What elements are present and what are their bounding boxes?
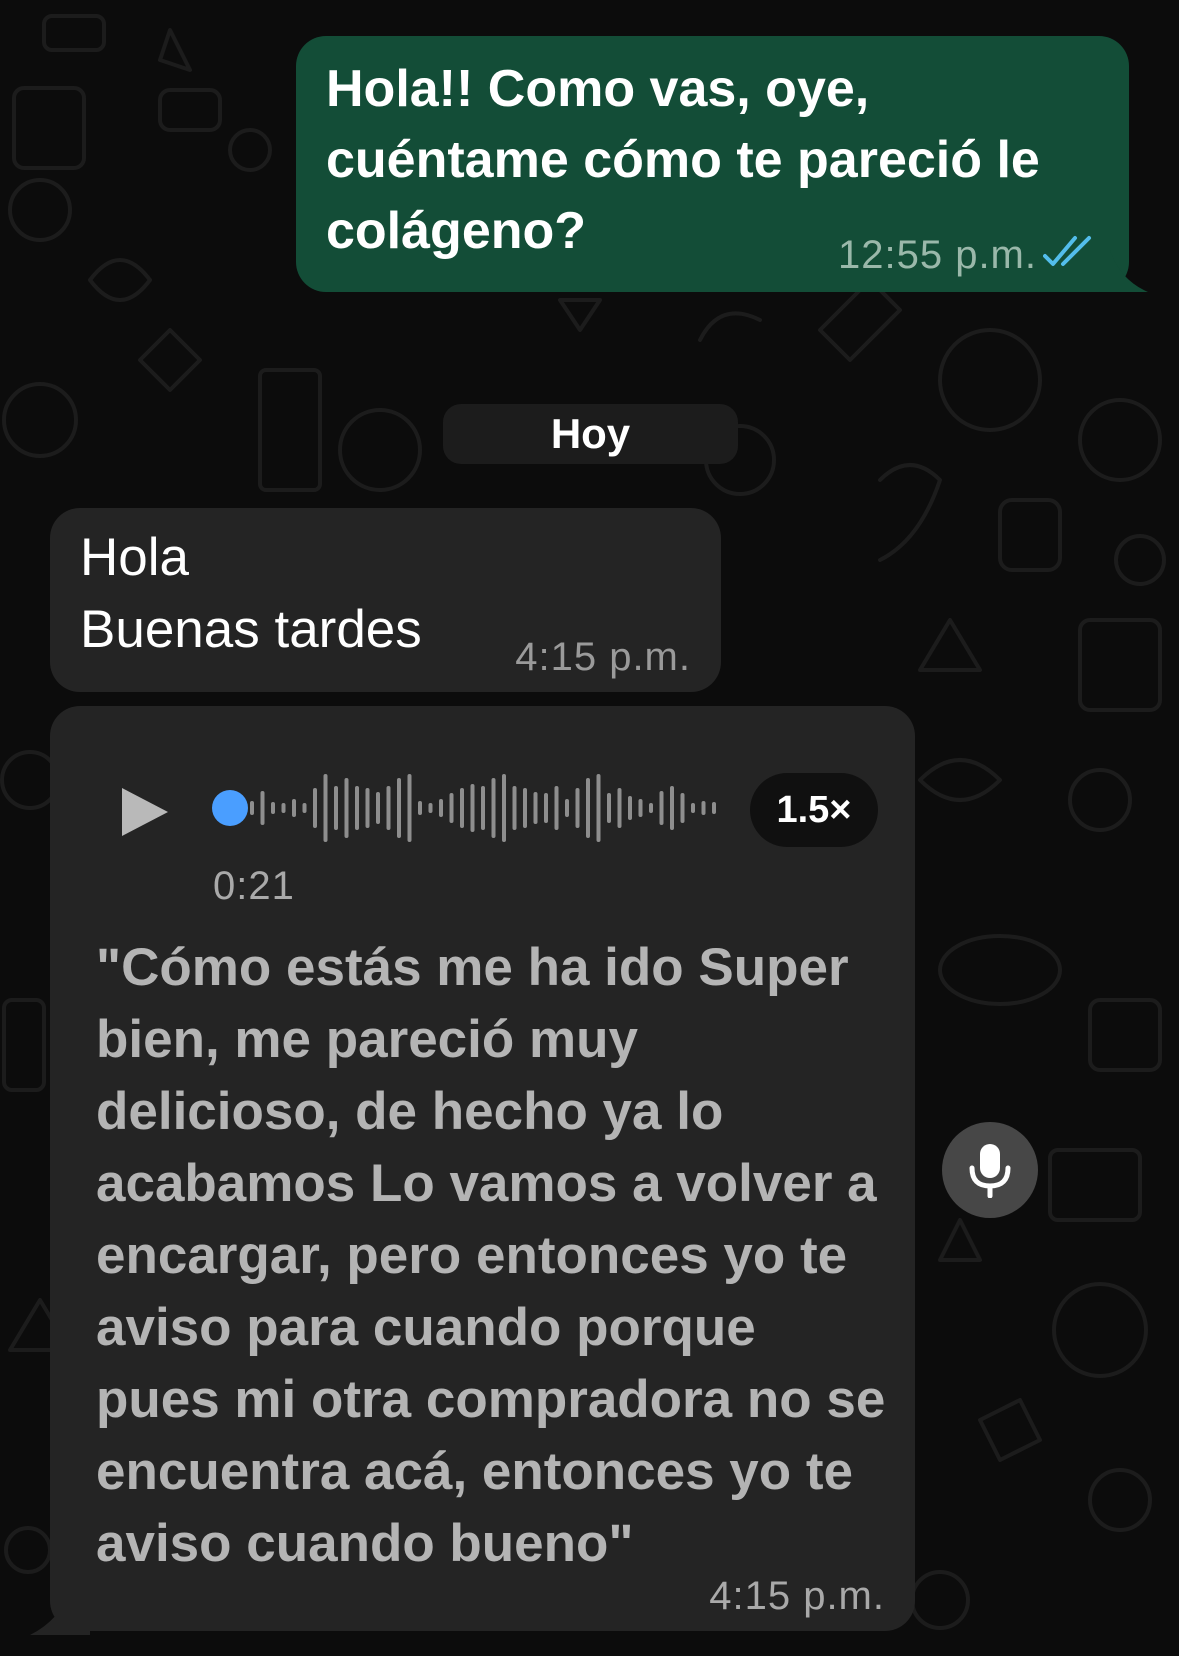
incoming-message-time: 4:15 p.m.: [515, 635, 691, 679]
voice-waveform[interactable]: [210, 772, 750, 844]
playback-speed-button[interactable]: 1.5×: [750, 773, 878, 847]
date-separator: Hoy: [443, 404, 738, 464]
voice-message-time: 4:15 p.m.: [709, 1574, 885, 1618]
outgoing-bubble-tail: [1100, 250, 1148, 292]
microphone-button[interactable]: [942, 1122, 1038, 1218]
outgoing-message-bubble[interactable]: Hola!! Como vas, oye, cuéntame cómo te p…: [296, 36, 1129, 292]
playback-progress-dot: [212, 790, 248, 826]
chat-view: Hola!! Como vas, oye, cuéntame cómo te p…: [0, 0, 1179, 1656]
voice-message-bubble[interactable]: 1.5× 0:21 "Cómo estás me ha ido Super bi…: [50, 706, 915, 1631]
voice-duration: 0:21: [213, 864, 295, 908]
voice-transcript: "Cómo estás me ha ido Super bien, me par…: [96, 938, 886, 1573]
incoming-bubble-tail: [30, 1590, 90, 1635]
play-icon[interactable]: [116, 784, 172, 840]
outgoing-message-time: 12:55 p.m.: [837, 233, 1037, 277]
incoming-message-bubble[interactable]: Hola Buenas tardes 4:15 p.m.: [50, 508, 721, 692]
microphone-icon: [969, 1144, 1011, 1198]
double-check-read-icon: [1043, 236, 1091, 266]
